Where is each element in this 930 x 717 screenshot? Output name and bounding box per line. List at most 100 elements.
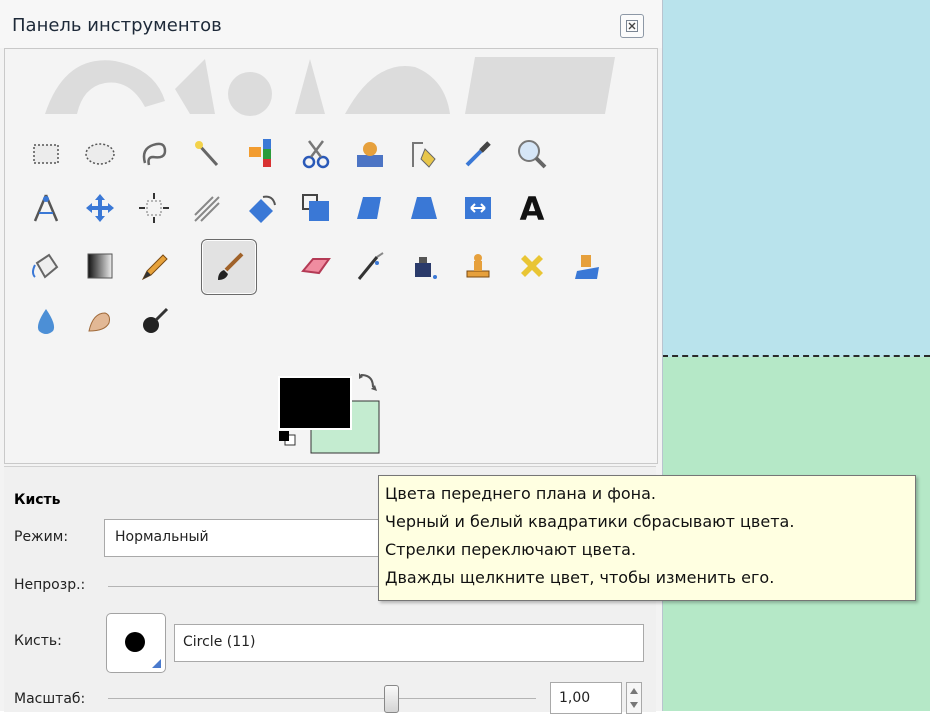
measure-tool-icon — [33, 194, 59, 222]
tool-rect-select[interactable] — [19, 127, 73, 181]
selection-marching-ants — [662, 355, 930, 357]
pencil-tool-icon — [141, 254, 168, 281]
fuzzy-select-tool-icon — [195, 141, 219, 167]
scale-value: 1,00 — [559, 690, 591, 706]
canvas-top-region[interactable] — [662, 0, 930, 357]
brush-name-field[interactable]: Circle (11) — [174, 624, 644, 662]
tool-text[interactable]: A — [505, 181, 559, 235]
tool-align[interactable] — [127, 181, 181, 235]
mode-label: Режим: — [14, 529, 69, 545]
brush-preview-button[interactable] — [106, 613, 166, 673]
toolbox-titlebar[interactable]: Панель инструментов — [0, 0, 662, 48]
color-tooltip: Цвета переднего плана и фона. Черный и б… — [378, 475, 916, 601]
tool-ellipse-select[interactable] — [73, 127, 127, 181]
tool-heal[interactable] — [505, 239, 559, 293]
tool-shear[interactable] — [343, 181, 397, 235]
smudge-tool-icon — [88, 312, 110, 332]
tool-dodge-burn[interactable] — [127, 295, 181, 349]
toolbox-window: Панель инструментов A Кисть Режим: Норма… — [0, 0, 663, 714]
tooltip-line: Дважды щелкните цвет, чтобы изменить его… — [385, 568, 775, 587]
select-by-color-tool-icon — [249, 139, 271, 167]
perspective-clone-tool-icon — [575, 255, 599, 279]
tool-crop[interactable] — [181, 181, 235, 235]
tool-scissors-select[interactable] — [289, 127, 343, 181]
tool-blend[interactable] — [73, 239, 127, 293]
reset-colors-icon[interactable] — [279, 431, 296, 446]
ellipse-select-tool-icon — [85, 143, 115, 165]
paintbrush-tool-icon — [218, 252, 244, 280]
clone-tool-icon — [466, 254, 490, 278]
tool-color-picker[interactable] — [451, 127, 505, 181]
close-button[interactable] — [620, 14, 644, 38]
tool-select-by-color[interactable] — [235, 127, 289, 181]
tooltip-line: Цвета переднего плана и фона. — [385, 484, 657, 503]
opacity-slider[interactable] — [108, 586, 378, 587]
scissors-select-tool-icon — [302, 140, 330, 169]
scale-value-field[interactable]: 1,00 — [550, 682, 622, 714]
heal-tool-icon — [521, 255, 543, 277]
zoom-tool-icon — [518, 140, 547, 169]
align-tool-icon — [139, 193, 169, 223]
tool-move[interactable] — [73, 181, 127, 235]
tool-foreground-select[interactable] — [343, 127, 397, 181]
tool-free-select[interactable] — [127, 127, 181, 181]
scale-slider-track[interactable] — [108, 698, 536, 699]
tool-perspective-clone[interactable] — [559, 239, 613, 293]
text-tool-icon: A — [520, 191, 545, 225]
wilber-dropzone-icon — [45, 57, 615, 116]
move-tool-icon — [86, 194, 114, 222]
window-title: Панель инструментов — [12, 15, 222, 36]
mode-value: Нормальный — [115, 529, 209, 545]
brush-menu-corner-icon — [152, 659, 161, 668]
free-select-tool-icon — [142, 142, 167, 166]
spin-arrows-icon — [630, 688, 638, 708]
brush-circle-icon — [125, 632, 145, 652]
shear-tool-icon — [357, 197, 381, 219]
tool-blur[interactable] — [19, 295, 73, 349]
close-icon — [626, 20, 638, 32]
fg-bg-color-widget[interactable] — [271, 369, 391, 461]
tool-paths[interactable] — [397, 127, 451, 181]
tooltip-line: Стрелки переключают цвета. — [385, 540, 637, 559]
blend-tool-icon — [87, 253, 113, 279]
scale-label: Масштаб: — [14, 691, 86, 707]
tool-eraser[interactable] — [289, 239, 343, 293]
tool-options-title: Кисть — [14, 492, 61, 508]
tool-scale[interactable] — [289, 181, 343, 235]
foreground-select-tool-icon — [357, 142, 383, 167]
tool-bucket-fill[interactable] — [19, 239, 73, 293]
tool-fuzzy-select[interactable] — [181, 127, 235, 181]
mode-dropdown[interactable]: Нормальный — [104, 519, 396, 557]
tool-zoom[interactable] — [505, 127, 559, 181]
scale-slider-handle[interactable] — [384, 685, 399, 713]
bucket-fill-tool-icon — [32, 253, 59, 279]
swap-colors-icon[interactable] — [359, 373, 377, 391]
tool-perspective[interactable] — [397, 181, 451, 235]
dodge-burn-tool-icon — [143, 307, 169, 333]
color-picker-tool-icon — [465, 141, 491, 167]
foreground-color-swatch[interactable] — [278, 376, 352, 430]
ink-tool-icon — [415, 257, 437, 279]
flip-tool-icon — [465, 197, 491, 219]
svg-text:A: A — [520, 191, 545, 225]
rect-select-tool-icon — [33, 144, 59, 164]
brush-name: Circle (11) — [183, 634, 256, 650]
tool-clone[interactable] — [451, 239, 505, 293]
scale-tool-icon — [302, 194, 329, 221]
crop-tool-icon — [194, 196, 220, 222]
tool-pencil[interactable] — [127, 239, 181, 293]
tool-smudge[interactable] — [73, 295, 127, 349]
tool-measure[interactable] — [19, 181, 73, 235]
tool-airbrush[interactable] — [343, 239, 397, 293]
tool-rotate[interactable] — [235, 181, 289, 235]
tooltip-line: Черный и белый квадратики сбрасывают цве… — [385, 512, 795, 531]
tool-paintbrush[interactable] — [201, 239, 257, 295]
airbrush-tool-icon — [357, 252, 384, 280]
blur-tool-icon — [37, 309, 55, 334]
perspective-tool-icon — [411, 197, 437, 219]
eraser-tool-icon — [301, 258, 331, 275]
tool-flip[interactable] — [451, 181, 505, 235]
paths-tool-icon — [412, 142, 436, 168]
scale-spin-buttons[interactable] — [626, 682, 642, 714]
tool-ink[interactable] — [397, 239, 451, 293]
